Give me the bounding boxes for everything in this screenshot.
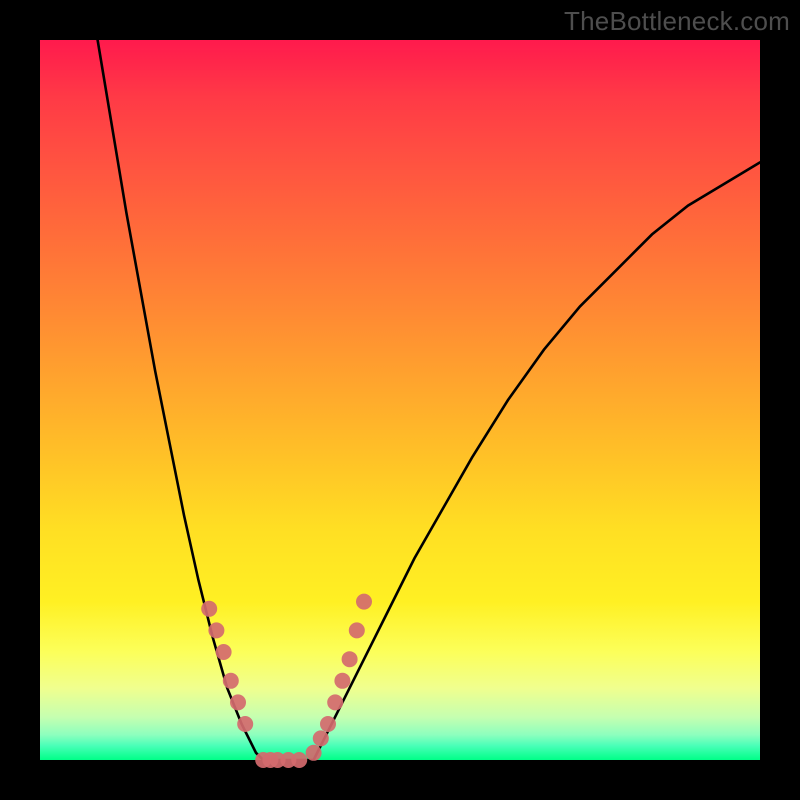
curve-group [98, 40, 760, 760]
data-point-marker [291, 752, 307, 768]
data-point-marker [356, 594, 372, 610]
left-branch-curve [98, 40, 264, 760]
marker-group [201, 594, 372, 768]
data-point-marker [201, 601, 217, 617]
data-point-marker [306, 745, 322, 761]
chart-frame: TheBottleneck.com [0, 0, 800, 800]
data-point-marker [313, 730, 329, 746]
data-point-marker [223, 673, 239, 689]
data-point-marker [208, 622, 224, 638]
chart-svg [40, 40, 760, 760]
right-branch-curve [314, 162, 760, 760]
data-point-marker [342, 651, 358, 667]
data-point-marker [349, 622, 365, 638]
data-point-marker [334, 673, 350, 689]
data-point-marker [216, 644, 232, 660]
data-point-marker [230, 694, 246, 710]
watermark-text: TheBottleneck.com [564, 6, 790, 37]
data-point-marker [327, 694, 343, 710]
data-point-marker [320, 716, 336, 732]
data-point-marker [237, 716, 253, 732]
